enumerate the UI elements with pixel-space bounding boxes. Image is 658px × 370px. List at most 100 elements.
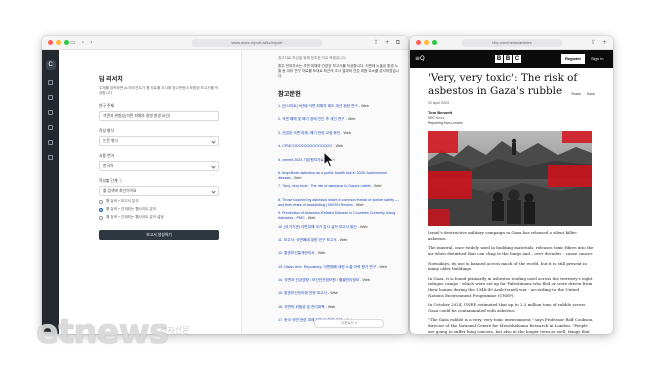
- window-controls: [48, 40, 69, 45]
- reference-source-label: - Web: [336, 237, 348, 242]
- radio-option-1[interactable]: 웹 검색 + 보고서 분석: [99, 199, 219, 204]
- reference-link[interactable]: 12. 환경보건통계관리사: [278, 251, 315, 255]
- reference-item[interactable]: 1. [인사이트] 9년째 석면 피해자 제도 개선 위한 연구 - Web: [278, 104, 400, 117]
- reference-item[interactable]: 8. Those touched by asbestos share a com…: [278, 198, 400, 211]
- close-window-button[interactable]: [416, 40, 421, 45]
- document-icon[interactable]: [48, 110, 53, 115]
- reference-link[interactable]: 5. cemed 2024 기본원칙가로: [278, 158, 324, 162]
- search-icon[interactable]: [48, 95, 53, 100]
- maximize-window-button[interactable]: [432, 40, 437, 45]
- format-select[interactable]: 논문 형식: [99, 136, 219, 146]
- new-tab-icon[interactable]: +: [602, 39, 607, 46]
- radio-circle[interactable]: [99, 199, 103, 204]
- reference-link[interactable]: 4. CPMCOOO2OOOOOOOOOO: [278, 144, 332, 148]
- reference-link[interactable]: 14. 석면과 건강영향 / 보건안전정보원 / 월별관리정보: [278, 278, 359, 282]
- address-bar[interactable]: bbc.com/news/articles: [462, 39, 562, 47]
- mouse-cursor-icon: [323, 151, 335, 168]
- register-button[interactable]: Register: [561, 54, 586, 64]
- reference-link[interactable]: 11. 보고서: 석면폐에 대한 연구 보고서: [278, 238, 337, 242]
- reference-source-label: - Web: [352, 202, 364, 207]
- history-icon[interactable]: [48, 125, 53, 130]
- reference-source-label: - Web: [356, 224, 368, 229]
- level-select[interactable]: 할 검색에 최신이어요: [99, 186, 219, 196]
- article-paragraph: Israel's destructive military campaign i…: [428, 230, 578, 241]
- app-sidebar: C: [42, 50, 59, 334]
- reference-item[interactable]: 7. 'Very, very toxic': The risk of asbes…: [278, 184, 400, 197]
- tabs-overview-icon[interactable]: ⧉: [396, 39, 400, 47]
- reference-item[interactable]: 2. 석면 폐해 및 폐기 장애 진단 후 개선 연구 - Web: [278, 117, 400, 130]
- article-headline: 'Very, very toxic': The risk of asbestos…: [428, 72, 578, 97]
- settings-icon[interactable]: [48, 155, 53, 160]
- minimize-window-button[interactable]: [56, 40, 61, 45]
- radio-label: 웹 검색 + 관계되는 웹사이트 분석 설정: [106, 215, 164, 219]
- reference-link[interactable]: 15. 환경보건관리에 관한 보고서: [278, 291, 327, 295]
- search-icon[interactable]: Q: [420, 55, 425, 62]
- radio-circle-selected[interactable]: [99, 207, 103, 212]
- reference-item[interactable]: 16. 석면의 위험성 및 관리대책 - Web: [278, 305, 400, 318]
- reference-source-label: - Web: [376, 264, 387, 269]
- reference-item[interactable]: 6. Amphibole asbestos as a public health…: [278, 171, 400, 184]
- home-icon[interactable]: [48, 80, 53, 85]
- browser-toolbar: ▭ ‹ › www.docs-report.ai/ko/report ⇧ + ⧉: [42, 36, 408, 50]
- menu-icon[interactable]: ≡Q: [415, 55, 425, 62]
- forward-arrow-icon[interactable]: ›: [90, 39, 92, 46]
- reference-link[interactable]: 9. Prevention of Asbestos-Related Diseas…: [278, 211, 395, 220]
- reference-item[interactable]: 3. 산업장 석면 피해, 폐기 관련 교정 확인 - Web: [278, 131, 400, 144]
- minimize-window-button[interactable]: [424, 40, 429, 45]
- article-paragraph: In Gaza, it is found primarily in asbest…: [428, 275, 593, 298]
- research-app-window: ▭ ‹ › www.docs-report.ai/ko/report ⇧ + ⧉…: [42, 36, 408, 334]
- generate-report-button[interactable]: 보고서 생성하기: [99, 230, 219, 240]
- sidebar-toggle-icon[interactable]: ▭: [70, 39, 76, 46]
- reference-item[interactable]: 11. 보고서: 석면폐에 대한 연구 보고서 - Web: [278, 238, 400, 251]
- reference-link[interactable]: 1. [인사이트] 9년째 석면 피해자 제도 개선 위한 연구: [278, 104, 358, 108]
- reference-item[interactable]: 4. CPMCOOO2OOOOOOOOOO - Web: [278, 144, 400, 157]
- bbc-navbar: ≡Q B B C Register Sign In: [410, 50, 613, 68]
- reference-link[interactable]: 7. 'Very, very toxic': The risk of asbes…: [278, 184, 371, 188]
- reference-link[interactable]: 10. [국가기관] 석면피해 국가 감시 실적 보고서 발간: [278, 225, 357, 229]
- logo-letter: B: [495, 55, 503, 63]
- reference-link[interactable]: 8. Those touched by asbestos share a com…: [278, 198, 399, 207]
- reference-source-label: - Web: [340, 130, 351, 135]
- reference-item[interactable]: 5. cemed 2024 기본원칙가로 - Web: [278, 158, 400, 171]
- language-select[interactable]: 한국어: [99, 161, 219, 171]
- save-button[interactable]: Save: [587, 92, 595, 96]
- maximize-window-button[interactable]: [64, 40, 69, 45]
- reference-item[interactable]: 12. 환경보건통계관리사 - Web: [278, 251, 400, 264]
- article-paragraph: Nowadays, its use is banned across much …: [428, 260, 587, 272]
- reference-source-label: - Web: [357, 104, 369, 108]
- reference-item[interactable]: 13. Ulsan Univ. Repository: 석면폐에 대한 노출 이…: [278, 265, 400, 278]
- topic-label: 연구 주제: [99, 104, 115, 108]
- share-button[interactable]: Share: [571, 92, 581, 96]
- reference-link[interactable]: 3. 산업장 석면 피해, 폐기 관련 교정 확인: [278, 131, 340, 135]
- reference-link[interactable]: 2. 석면 폐해 및 폐기 장애 진단 후 개선 연구: [278, 117, 345, 121]
- topic-input[interactable]: 석면과 위험성(석면 피해와 질병 발생 요인): [99, 111, 219, 121]
- reference-source-label: - Web: [359, 278, 370, 283]
- article-date: 22 April 2024: [428, 101, 449, 106]
- reference-item[interactable]: 10. [국가기관] 석면피해 국가 감시 실적 보고서 발간 - Web: [278, 225, 400, 238]
- download-button[interactable]: 다운로드 ▾: [314, 319, 384, 328]
- back-arrow-icon[interactable]: ‹: [82, 39, 84, 46]
- reference-link[interactable]: 13. Ulsan Univ. Repository: 석면폐에 대한 노출 이…: [278, 265, 376, 269]
- form-description: 주제를 입력하면 AI 에이전트가 웹 자료를 조사해 참고문헌이 포함된 보고…: [99, 86, 219, 95]
- radio-circle[interactable]: [99, 215, 103, 220]
- article-body: 'Very, very toxic': The risk of asbestos…: [410, 68, 613, 334]
- sign-in-link[interactable]: Sign In: [591, 56, 603, 61]
- radio-option-3[interactable]: 웹 검색 + 관계되는 웹사이트 분석 설정: [99, 215, 219, 220]
- bookmark-icon[interactable]: [48, 140, 53, 145]
- window-controls: [416, 40, 437, 45]
- reference-item[interactable]: 9. Prevention of Asbestos-Related Diseas…: [278, 211, 400, 224]
- gaza-rubble-photo: [428, 131, 592, 227]
- toolbar-actions: ⇧ +: [591, 39, 607, 46]
- share-icon[interactable]: ⇧: [591, 39, 596, 46]
- bbc-logo[interactable]: B B C: [495, 55, 521, 63]
- share-icon[interactable]: ⇧: [374, 39, 379, 47]
- reference-item[interactable]: 15. 환경보건관리에 관한 보고서 - Web: [278, 291, 400, 304]
- address-bar[interactable]: www.docs-report.ai/ko/report: [192, 39, 322, 47]
- doc-body-text: 환우 전여자소는 석면 피해와 관련된 보고서를 작성합니다. 석면에 노출된 …: [278, 64, 400, 78]
- reference-item[interactable]: 14. 석면과 건강영향 / 보건안전정보원 / 월별관리정보 - Web: [278, 278, 400, 291]
- new-tab-icon[interactable]: +: [385, 39, 390, 47]
- app-logo[interactable]: C: [45, 60, 56, 70]
- reference-link[interactable]: 16. 석면의 위험성 및 관리대책: [278, 305, 325, 309]
- radio-option-2[interactable]: 웹 검색 + 관계되는 웹사이트 분석: [99, 207, 219, 212]
- close-window-button[interactable]: [48, 40, 53, 45]
